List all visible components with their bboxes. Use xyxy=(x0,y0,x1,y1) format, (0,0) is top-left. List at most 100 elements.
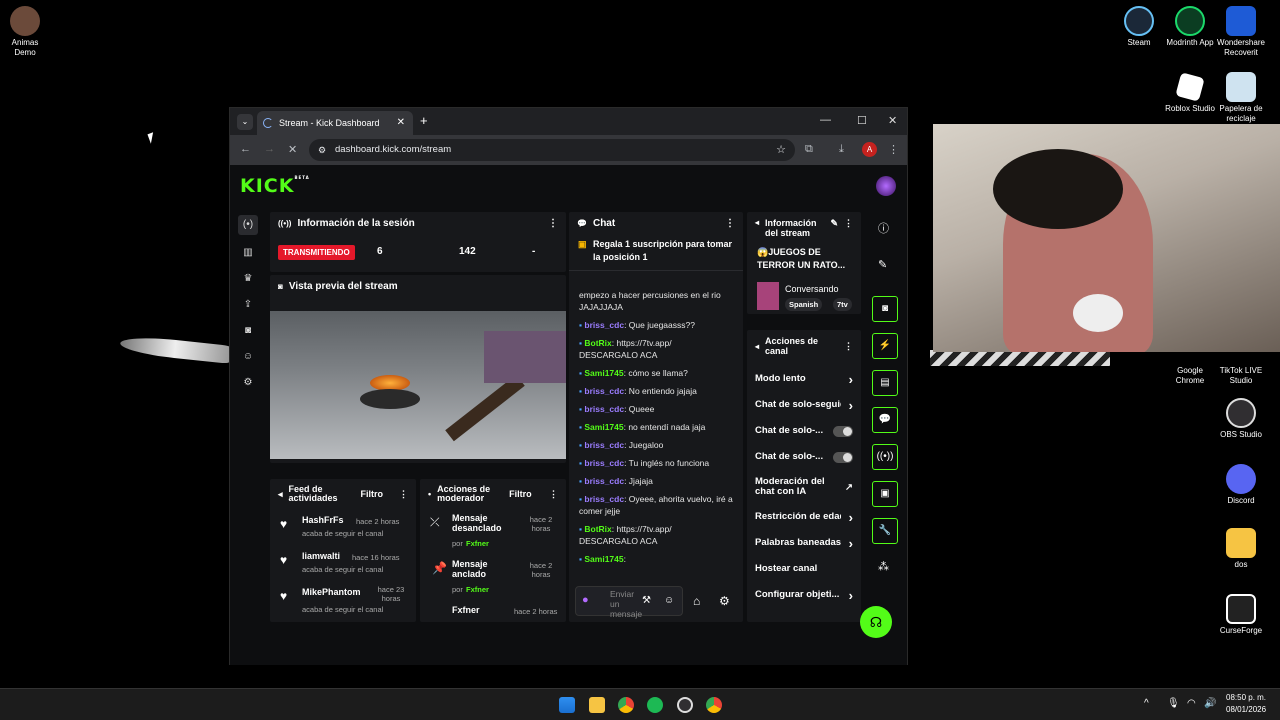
nav-analytics-icon[interactable]: ▥ xyxy=(238,243,258,263)
mod-user[interactable]: Fxfner xyxy=(466,585,489,594)
chat-username[interactable]: BotRix xyxy=(584,524,611,534)
tag-badge[interactable]: Spanish xyxy=(785,298,823,311)
emote-icon[interactable]: ⚒ xyxy=(642,595,651,606)
edit-icon[interactable]: ✎ xyxy=(830,218,838,229)
chat-input[interactable]: ● Enviar un mensaje ⚒ ☺ xyxy=(575,586,683,619)
desktop-icon-discord[interactable]: Discord xyxy=(1213,464,1269,506)
channel-action-item[interactable]: Chat de solo-seguid › xyxy=(747,392,861,418)
desktop-icon-chrome[interactable]: Google Chrome xyxy=(1162,366,1218,386)
menu-kebab-icon[interactable]: ⋮ xyxy=(888,143,899,156)
chat-username[interactable]: briss_cdc xyxy=(584,320,624,330)
pinned-message[interactable]: ▣ Regala 1 suscripción para tomar la pos… xyxy=(569,235,743,271)
nav-moderation-icon[interactable]: ◙ xyxy=(238,321,258,341)
chat-username[interactable]: Sami1745 xyxy=(584,422,623,432)
feed-user[interactable]: HashFrFs xyxy=(302,515,344,525)
profile-avatar[interactable]: A xyxy=(862,142,877,157)
desktop-icon-roblox[interactable]: Roblox Studio xyxy=(1162,72,1218,114)
channel-action-item[interactable]: Hostear canal xyxy=(747,556,861,582)
minimize-icon[interactable]: — xyxy=(820,114,831,126)
info-icon[interactable]: ⓘ xyxy=(878,220,889,236)
chat-username[interactable]: Sami1745 xyxy=(584,554,623,564)
extensions-icon[interactable]: ⧉ xyxy=(805,143,813,156)
wifi-icon[interactable]: ◠ xyxy=(1187,698,1196,709)
volume-icon[interactable]: 🔊 xyxy=(1204,698,1216,709)
desktop-icon-steam[interactable]: Steam xyxy=(1111,6,1167,48)
stop-icon[interactable]: ✕ xyxy=(288,143,297,156)
feed-user[interactable]: liamwalti xyxy=(302,551,340,561)
forward-icon[interactable]: → xyxy=(264,143,275,155)
channel-action-item[interactable]: Restricción de edad › xyxy=(747,504,861,530)
chrome-taskbar-icon[interactable] xyxy=(618,697,634,713)
emoji-icon[interactable]: ☺ xyxy=(664,595,674,606)
desktop-icon-animas[interactable]: Animas Demo xyxy=(0,6,50,58)
nav-trophy-icon[interactable]: ♛ xyxy=(238,269,258,289)
stream-info-menu-icon[interactable]: ⋮ xyxy=(844,218,853,229)
clock-time[interactable]: 08:50 p. m. xyxy=(1226,693,1266,702)
tag-badge[interactable]: 7tv xyxy=(833,298,852,311)
rail-chat-button[interactable]: 💬 xyxy=(872,407,898,433)
stream-video[interactable] xyxy=(270,311,566,459)
pencil-icon[interactable]: ✎ xyxy=(878,258,887,271)
nav-community-icon[interactable]: ☺ xyxy=(238,347,258,367)
toggle-switch[interactable] xyxy=(833,451,853,463)
new-tab-icon[interactable]: + xyxy=(420,113,428,128)
chat-username[interactable]: Sami1745 xyxy=(584,368,623,378)
chat-username[interactable]: BotRix xyxy=(584,338,611,348)
mod-menu-icon[interactable]: ⋮ xyxy=(549,489,558,500)
channel-action-item[interactable]: Palabras baneadas › xyxy=(747,530,861,556)
channel-action-item[interactable]: Moderación del chat con IA ↗ xyxy=(747,470,861,504)
mic-tray-icon[interactable]: 🎙 xyxy=(1167,698,1180,709)
rail-clip-button[interactable]: ▣ xyxy=(872,481,898,507)
browser-tab[interactable]: Stream - Kick Dashboard ✕ xyxy=(257,111,413,135)
nav-settings-icon[interactable]: ⚙ xyxy=(238,373,258,393)
desktop-icon-obs[interactable]: OBS Studio xyxy=(1213,398,1269,440)
clock-date[interactable]: 08/01/2026 xyxy=(1226,705,1266,714)
site-info-icon[interactable]: ⚙ xyxy=(318,139,326,161)
nav-upload-icon[interactable]: ⇪ xyxy=(238,295,258,315)
channel-action-item[interactable]: Configurar objeti... › xyxy=(747,582,861,608)
desktop-icon-recycle-bin[interactable]: Papelera de reciclaje xyxy=(1213,72,1269,124)
rail-tools-button[interactable]: 🔧 xyxy=(872,518,898,544)
channel-action-item[interactable]: Modo lento › xyxy=(747,366,861,392)
toggle-switch[interactable] xyxy=(833,425,853,437)
rail-broadcast-button[interactable]: ((•)) xyxy=(872,444,898,470)
rail-lightning-button[interactable]: ⚡ xyxy=(872,333,898,359)
back-icon[interactable]: ← xyxy=(240,143,251,155)
user-avatar[interactable] xyxy=(876,176,896,196)
rail-camera-button[interactable]: ◙ xyxy=(872,296,898,322)
channel-action-item[interactable]: Chat de solo-... xyxy=(747,444,861,470)
file-explorer-icon[interactable] xyxy=(589,697,605,713)
close-tab-icon[interactable]: ✕ xyxy=(397,111,405,135)
maximize-icon[interactable]: ☐ xyxy=(857,114,867,127)
feed-user[interactable]: MikePhantom xyxy=(302,587,361,597)
start-icon[interactable] xyxy=(559,697,575,713)
tray-chevron-icon[interactable]: ^ xyxy=(1144,698,1149,709)
desktop-icon-tiktok[interactable]: TikTok LIVE Studio xyxy=(1213,366,1269,386)
desktop-icon-recoverit[interactable]: Wondershare Recoverit xyxy=(1213,6,1269,58)
obs-taskbar-icon[interactable] xyxy=(677,697,693,713)
feed-filter-button[interactable]: Filtro xyxy=(361,489,384,499)
rail-more-icon[interactable]: ⁂ xyxy=(878,560,889,573)
chat-username[interactable]: briss_cdc xyxy=(584,494,624,504)
session-menu-icon[interactable]: ⋮ xyxy=(548,218,558,229)
desktop-icon-curseforge[interactable]: CurseForge xyxy=(1213,594,1269,636)
mod-user[interactable]: Fxfner xyxy=(466,539,489,548)
address-bar[interactable]: ⚙ dashboard.kick.com/stream ☆ xyxy=(309,139,795,161)
chat-username[interactable]: briss_cdc xyxy=(584,440,624,450)
chat-menu-icon[interactable]: ⋮ xyxy=(725,218,735,229)
desktop-icon-modrinth[interactable]: Modrinth App xyxy=(1162,6,1218,48)
shop-icon[interactable]: ⌂ xyxy=(693,594,700,608)
bookmark-star-icon[interactable]: ☆ xyxy=(776,139,786,161)
rail-notes-button[interactable]: ▤ xyxy=(872,370,898,396)
help-button[interactable]: ☊ xyxy=(860,606,892,638)
mod-filter-button[interactable]: Filtro xyxy=(509,489,532,499)
channel-action-item[interactable]: Chat de solo-... xyxy=(747,418,861,444)
download-icon[interactable]: ⤓ xyxy=(839,143,844,156)
mic-icon[interactable]: ● xyxy=(582,594,589,606)
nav-stream-icon[interactable]: (•) xyxy=(238,215,258,235)
chat-username[interactable]: briss_cdc xyxy=(584,476,624,486)
kick-logo[interactable]: KICKBETA xyxy=(240,175,310,197)
chat-username[interactable]: briss_cdc xyxy=(584,404,624,414)
tab-list-icon[interactable]: ⌄ xyxy=(237,114,253,130)
channel-actions-menu-icon[interactable]: ⋮ xyxy=(844,341,853,352)
